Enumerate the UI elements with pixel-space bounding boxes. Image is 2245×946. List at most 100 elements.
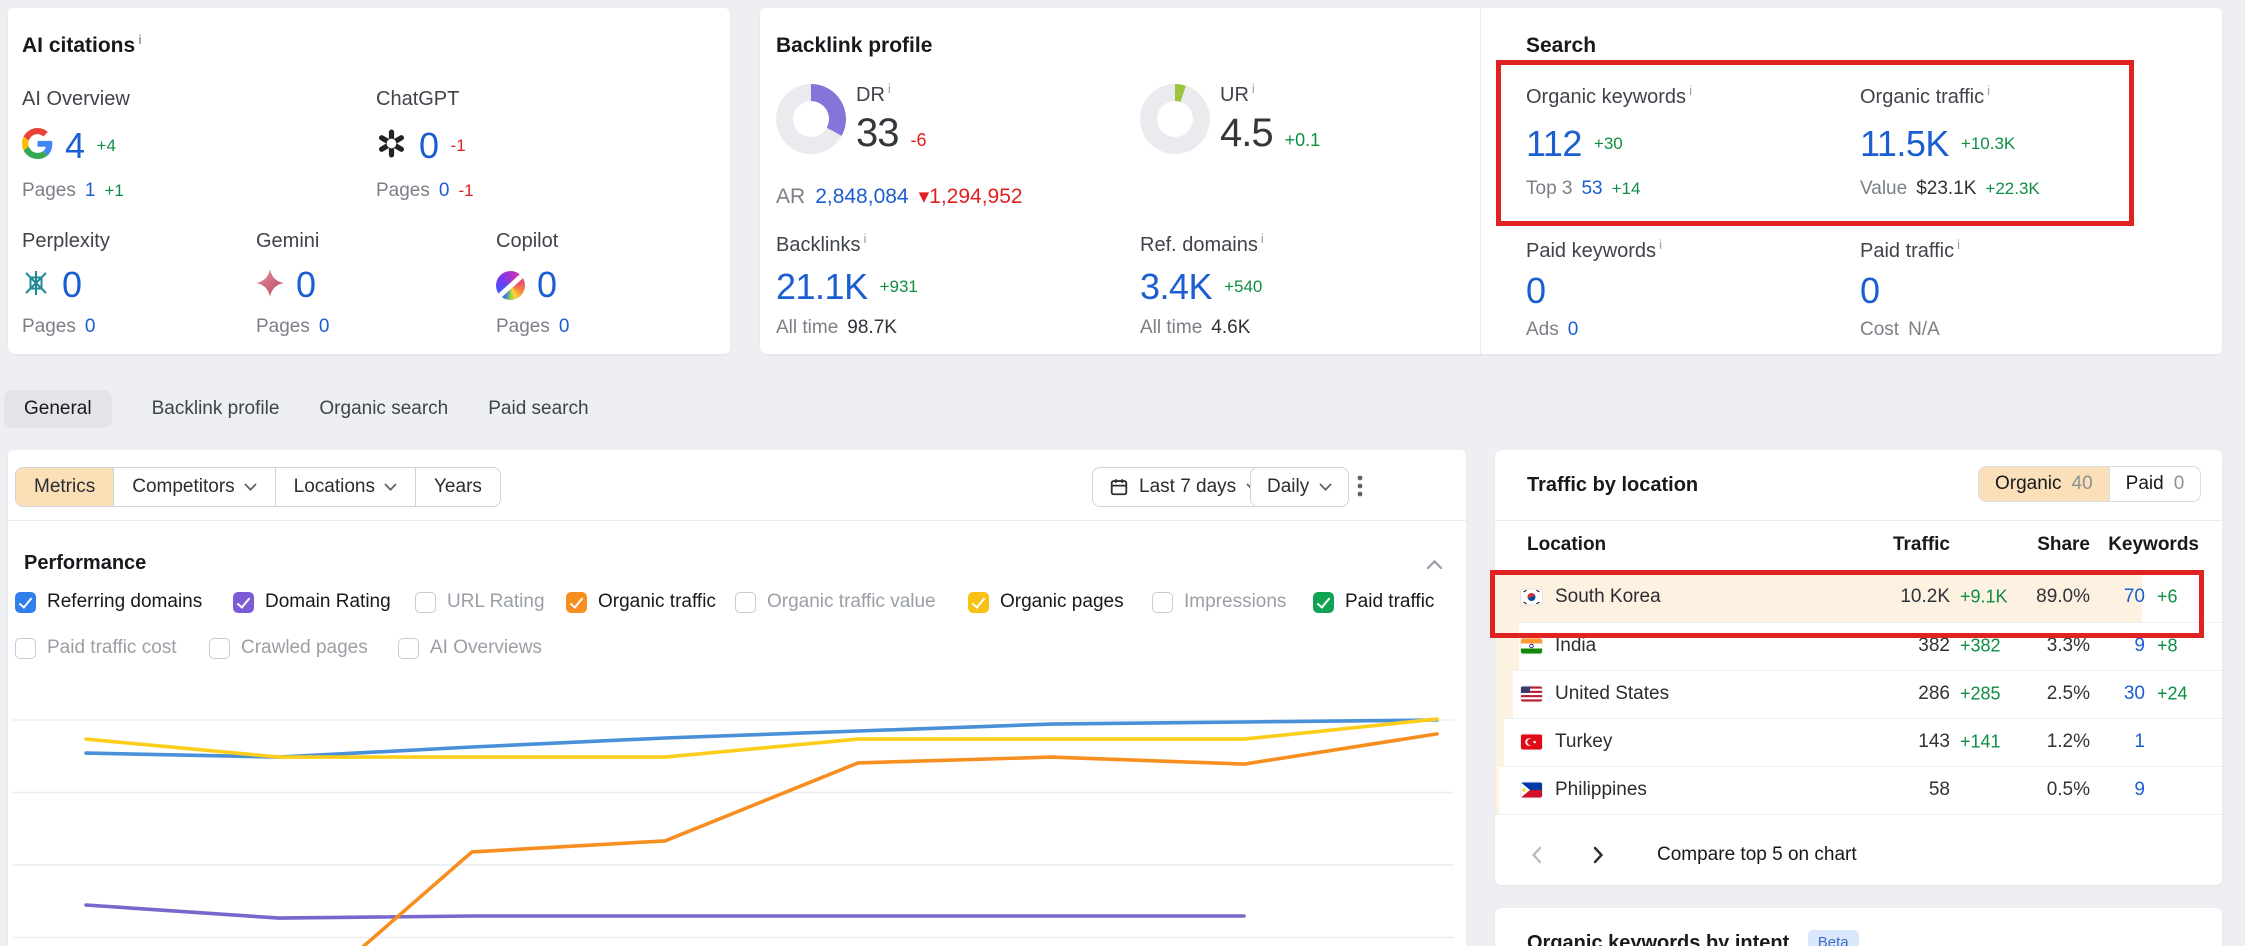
- engine-gemini: Gemini 0 Pages 0: [256, 230, 329, 338]
- organic-keywords-value[interactable]: 112: [1526, 123, 1582, 165]
- pages-value[interactable]: 0: [85, 316, 96, 338]
- google-icon: [22, 128, 53, 164]
- section-divider: [1480, 8, 1481, 354]
- ref-domains-metric: Ref. domainsi 3.4K +540 All time 4.6K: [1140, 234, 1264, 339]
- keywords-link[interactable]: 30: [2124, 683, 2145, 705]
- flag-south-korea-icon: [1521, 590, 1542, 605]
- column-keywords: Keywords: [2108, 534, 2199, 556]
- keywords-by-intent-title: Organic keywords by intent: [1527, 932, 1789, 946]
- keywords-link[interactable]: 1: [2134, 731, 2145, 753]
- ai-citations-title: AI citationsi: [22, 34, 142, 58]
- info-icon[interactable]: i: [1957, 237, 1960, 252]
- table-row-india[interactable]: India 382 +382 3.3% 9 +8: [1495, 622, 2222, 671]
- citations-value[interactable]: 0: [62, 264, 82, 306]
- dr-score: DRi 33 -6: [856, 84, 927, 156]
- overview-chart-card: Metrics Competitors Locations Years Last…: [8, 450, 1466, 946]
- ads-value[interactable]: 0: [1568, 319, 1579, 341]
- info-icon[interactable]: i: [888, 81, 891, 96]
- citations-value[interactable]: 4: [65, 125, 85, 167]
- report-tabs: General Backlink profile Organic search …: [4, 389, 589, 429]
- tab-organic-search[interactable]: Organic search: [319, 398, 448, 420]
- info-icon[interactable]: i: [1261, 231, 1264, 246]
- compare-top5-link[interactable]: Compare top 5 on chart: [1657, 844, 1857, 866]
- pages-value[interactable]: 1: [85, 180, 96, 202]
- performance-line-chart[interactable]: [8, 450, 1466, 946]
- pages-value[interactable]: 0: [319, 316, 330, 338]
- organic-traffic-metric: Organic traffici 11.5K +10.3K Value $23.…: [1860, 86, 2040, 200]
- pages-row: Pages 0: [496, 316, 569, 338]
- page-previous-button[interactable]: [1519, 838, 1553, 872]
- engine-label: Copilot: [496, 230, 569, 253]
- keywords-link[interactable]: 9: [2134, 635, 2145, 657]
- engine-copilot: Copilot 0 Pages 0: [496, 230, 569, 338]
- keywords-link[interactable]: 70: [2124, 586, 2145, 608]
- pages-row: Pages 1 +1: [22, 180, 130, 202]
- citations-delta: -1: [451, 136, 466, 156]
- table-row-philippines[interactable]: Philippines 58 0.5% 9: [1495, 766, 2222, 815]
- paid-traffic-metric: Paid traffici 0 Cost N/A: [1860, 240, 1960, 341]
- organic-keywords-metric: Organic keywordsi 112 +30 Top 3 53 +14: [1526, 86, 1692, 200]
- ur-delta: +0.1: [1285, 130, 1321, 151]
- info-icon[interactable]: i: [1659, 237, 1662, 252]
- citations-value[interactable]: 0: [419, 125, 439, 167]
- chatgpt-icon: [376, 128, 407, 164]
- flag-turkey-icon: [1521, 735, 1542, 750]
- traffic-by-location-card: Traffic by location Organic 40 Paid 0 Lo…: [1495, 450, 2222, 885]
- keywords-link[interactable]: 9: [2134, 779, 2145, 801]
- citations-delta: +4: [97, 136, 116, 156]
- traffic-by-location-title: Traffic by location: [1527, 474, 1698, 497]
- info-icon[interactable]: i: [1252, 81, 1255, 96]
- table-header: Location Traffic Share Keywords: [1495, 534, 2222, 560]
- info-icon[interactable]: i: [1987, 83, 1990, 98]
- tab-paid-search[interactable]: Paid search: [488, 398, 588, 420]
- citations-value[interactable]: 0: [296, 264, 316, 306]
- chevron-left-icon: [1531, 846, 1542, 864]
- info-icon[interactable]: i: [1689, 83, 1692, 98]
- table-row-turkey[interactable]: Turkey 143 +141 1.2% 1: [1495, 718, 2222, 767]
- paid-traffic-value[interactable]: 0: [1860, 270, 1880, 312]
- down-arrow-icon: ▾: [919, 185, 930, 208]
- ar-row: AR 2,848,084 ▾1,294,952: [776, 184, 1023, 209]
- toggle-paid[interactable]: Paid 0: [2109, 467, 2201, 501]
- beta-badge: Beta: [1808, 930, 1859, 946]
- gemini-icon: [256, 269, 284, 302]
- top3-value[interactable]: 53: [1581, 178, 1602, 200]
- tab-general[interactable]: General: [4, 390, 112, 428]
- paid-keywords-metric: Paid keywordsi 0 Ads 0: [1526, 240, 1662, 341]
- share-bar: [1495, 766, 1499, 814]
- ref-domains-value[interactable]: 3.4K: [1140, 266, 1212, 308]
- engine-label: Perplexity: [22, 230, 110, 253]
- column-traffic: Traffic: [1893, 534, 1950, 556]
- toggle-organic[interactable]: Organic 40: [1979, 467, 2109, 501]
- ar-value[interactable]: 2,848,084: [815, 185, 908, 209]
- table-row-united-states[interactable]: United States 286 +285 2.5% 30 +24: [1495, 670, 2222, 719]
- backlinks-metric: Backlinksi 21.1K +931 All time 98.7K: [776, 234, 918, 339]
- chevron-right-icon: [1593, 846, 1604, 864]
- table-pager: Compare top 5 on chart: [1519, 834, 1857, 876]
- search-title: Search: [1526, 34, 1596, 58]
- citations-value[interactable]: 0: [537, 264, 557, 306]
- info-icon[interactable]: i: [863, 231, 866, 246]
- backlinks-value[interactable]: 21.1K: [776, 266, 868, 308]
- ai-citations-card: AI citationsi AI Overview 4 +4 Pages 1 +…: [8, 8, 730, 354]
- share-bar: [1495, 622, 1519, 670]
- dr-donut: [776, 84, 846, 154]
- keywords-by-intent-card: Organic keywords by intent Beta: [1495, 908, 2222, 946]
- ur-score: URi 4.5 +0.1: [1220, 84, 1320, 156]
- section-divider: [1495, 520, 2222, 521]
- organic-paid-toggle: Organic 40 Paid 0: [1978, 466, 2201, 502]
- tab-backlink-profile[interactable]: Backlink profile: [152, 398, 280, 420]
- table-row-south-korea[interactable]: South Korea 10.2K +9.1K 89.0% 70 +6: [1495, 572, 2222, 623]
- copilot-icon: [496, 271, 525, 300]
- page-next-button[interactable]: [1581, 838, 1615, 872]
- paid-keywords-value[interactable]: 0: [1526, 270, 1546, 312]
- flag-philippines-icon: [1521, 783, 1542, 798]
- backlink-search-card: Backlink profile DRi 33 -6 AR 2,848,084 …: [760, 8, 2222, 354]
- engine-label: ChatGPT: [376, 88, 474, 111]
- engine-label: Gemini: [256, 230, 329, 253]
- backlink-profile-title: Backlink profile: [776, 34, 932, 58]
- pages-value[interactable]: 0: [439, 180, 450, 202]
- info-icon[interactable]: i: [138, 32, 142, 47]
- pages-value[interactable]: 0: [559, 316, 570, 338]
- organic-traffic-value[interactable]: 11.5K: [1860, 123, 1949, 165]
